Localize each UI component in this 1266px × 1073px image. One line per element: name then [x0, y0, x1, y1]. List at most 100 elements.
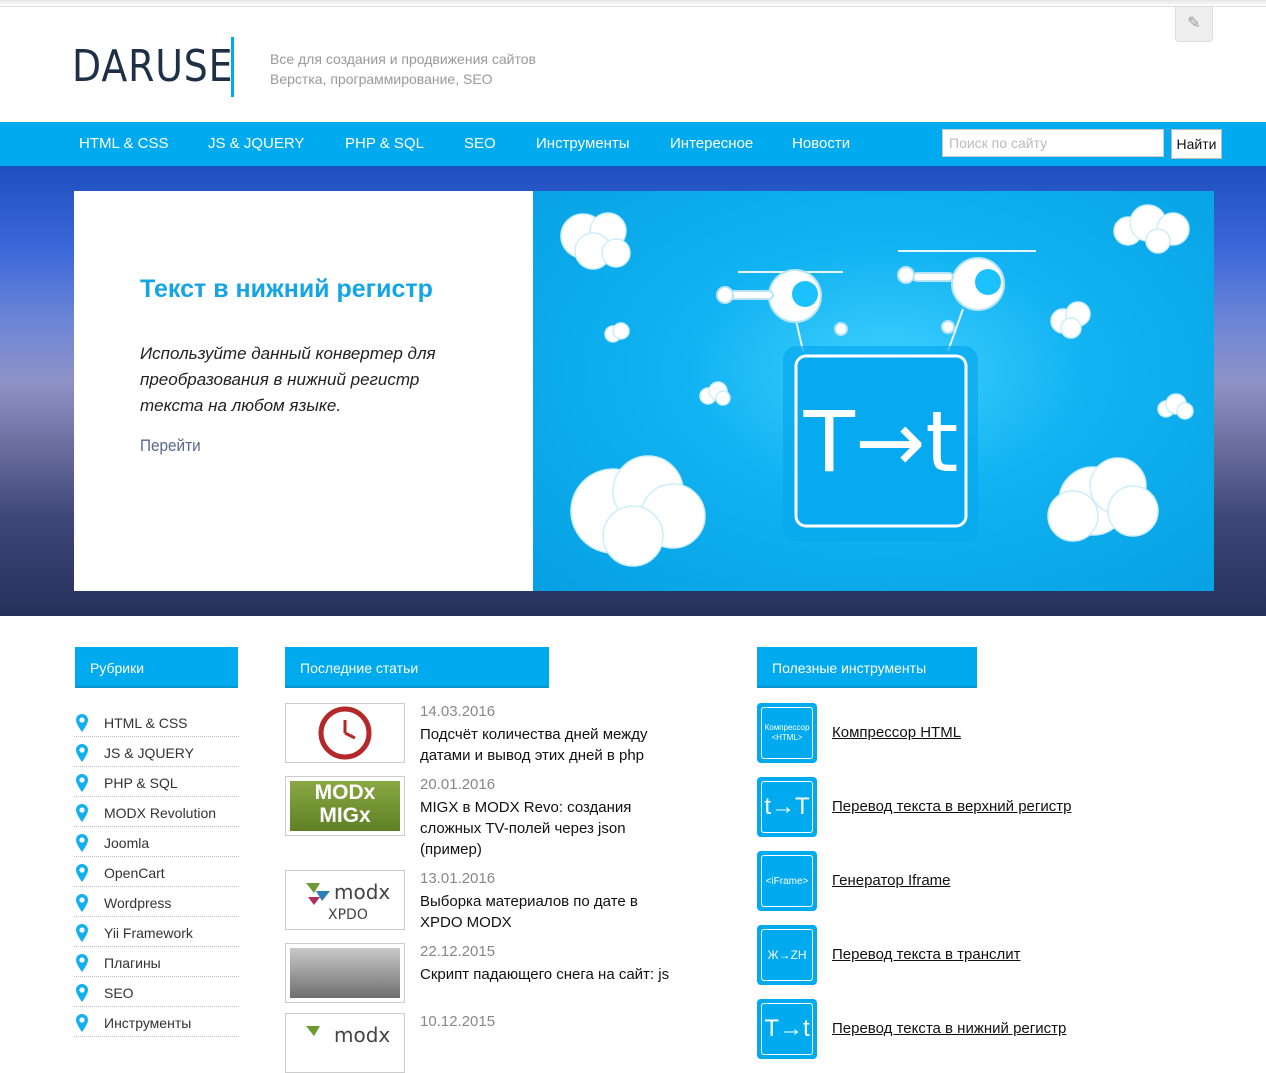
- article-item[interactable]: MODx MIGx 20.01.2016 MIGX в MODX Revo: со…: [285, 776, 685, 858]
- rubric-label[interactable]: Инструменты: [104, 1015, 191, 1031]
- article-title[interactable]: MIGX в MODX Revo: создания сложных TV-по…: [420, 797, 680, 860]
- map-pin-icon: [76, 774, 88, 792]
- rubric-label[interactable]: Плагины: [104, 955, 161, 971]
- rubric-label[interactable]: Joomla: [104, 835, 149, 851]
- article-thumb-migx[interactable]: MODx MIGx: [285, 776, 405, 836]
- rubric-item[interactable]: JS & JQUERY: [74, 738, 239, 767]
- latest-articles-heading: Последние статьи: [285, 647, 549, 688]
- nav-item-seo[interactable]: SEO: [464, 135, 496, 152]
- article-title[interactable]: Подсчёт количества дней между датами и в…: [420, 724, 680, 766]
- rubric-label[interactable]: SEO: [104, 985, 134, 1001]
- rubrics-heading: Рубрики: [75, 647, 238, 688]
- rubric-label[interactable]: MODX Revolution: [104, 805, 216, 821]
- article-date: 10.12.2015: [420, 1013, 496, 1030]
- nav-item-news[interactable]: Новости: [792, 135, 850, 152]
- helicopters-clouds-illustration: T→t: [560, 204, 1194, 567]
- map-pin-icon: [76, 804, 88, 822]
- search-input[interactable]: [942, 129, 1164, 157]
- rubrics-list: HTML & CSS JS & JQUERY PHP & SQL MODX Revol…: [74, 708, 239, 1038]
- site-header: DARUSE Все для создания и продвижения са…: [0, 7, 1266, 122]
- tagline-line-1: Все для создания и продвижения сайтов: [270, 51, 536, 67]
- article-thumb-snow[interactable]: [285, 943, 405, 1003]
- logo-divider: [231, 37, 234, 97]
- rubric-item[interactable]: Плагины: [74, 948, 239, 977]
- map-pin-icon: [76, 834, 88, 852]
- rubric-item[interactable]: PHP & SQL: [74, 768, 239, 797]
- rubric-item[interactable]: SEO: [74, 978, 239, 1007]
- map-pin-icon: [76, 714, 88, 732]
- site-logo[interactable]: DARUSE: [72, 41, 233, 92]
- site-tagline: Все для создания и продвижения сайтов Ве…: [270, 49, 536, 89]
- migx-logo: MODx MIGx: [290, 781, 400, 831]
- nav-item-js-jquery[interactable]: JS & JQUERY: [208, 135, 304, 152]
- html-compressor-icon[interactable]: Компрессор <HTML>: [757, 703, 817, 763]
- pen-icon[interactable]: ✎: [1175, 7, 1213, 42]
- svg-text:XPDO: XPDO: [328, 907, 368, 923]
- article-thumb-clock[interactable]: [285, 703, 405, 763]
- rubric-label[interactable]: OpenCart: [104, 865, 165, 881]
- uppercase-icon[interactable]: t→T: [757, 777, 817, 837]
- modx-logo-icon: modx: [306, 1023, 390, 1047]
- slide-illustration: T→t: [533, 191, 1214, 591]
- svg-text:modx: modx: [334, 1023, 390, 1047]
- map-pin-icon: [76, 924, 88, 942]
- nav-item-tools[interactable]: Инструменты: [536, 135, 630, 152]
- nav-item-html-css[interactable]: HTML & CSS: [79, 135, 168, 152]
- article-date: 22.12.2015: [420, 943, 496, 960]
- map-pin-icon: [76, 954, 88, 972]
- lowercase-icon[interactable]: T→t: [757, 999, 817, 1059]
- nav-item-interesting[interactable]: Интересное: [670, 135, 753, 152]
- tool-link[interactable]: Перевод текста в нижний регистр: [832, 1020, 1066, 1037]
- article-thumb-modx[interactable]: modx: [285, 1013, 405, 1073]
- nav-item-php-sql[interactable]: PHP & SQL: [345, 135, 424, 152]
- snow-image: [290, 948, 400, 998]
- modx-logo-icon: modx XPDO: [306, 880, 390, 923]
- map-pin-icon: [76, 984, 88, 1002]
- slide-text-panel: Текст в нижний регистр Используйте данны…: [74, 191, 533, 591]
- tool-link[interactable]: Генератор Iframe: [832, 872, 951, 889]
- article-date: 20.01.2016: [420, 776, 496, 793]
- clock-icon: [318, 706, 372, 760]
- useful-tools-heading: Полезные инструменты: [757, 647, 977, 688]
- article-item[interactable]: 22.12.2015 Скрипт падающего снега на сай…: [285, 943, 685, 1003]
- article-item[interactable]: 14.03.2016 Подсчёт количества дней между…: [285, 703, 685, 766]
- article-item[interactable]: modx 10.12.2015: [285, 1013, 685, 1073]
- tool-link[interactable]: Перевод текста в верхний регистр: [832, 798, 1071, 815]
- slide-link[interactable]: Перейти: [140, 436, 201, 456]
- rubric-item[interactable]: Yii Framework: [74, 918, 239, 947]
- tool-link[interactable]: Перевод текста в транслит: [832, 946, 1021, 963]
- rubric-label[interactable]: PHP & SQL: [104, 775, 178, 791]
- rubric-label[interactable]: HTML & CSS: [104, 715, 188, 731]
- lowercase-badge-text: T→t: [803, 393, 959, 491]
- map-pin-icon: [76, 864, 88, 882]
- main-nav: HTML & CSS JS & JQUERY PHP & SQL SEO Инс…: [0, 122, 1266, 166]
- map-pin-icon: [76, 744, 88, 762]
- browser-top-edge: [0, 0, 1266, 7]
- article-thumb-xpdo[interactable]: modx XPDO: [285, 870, 405, 930]
- article-title[interactable]: Скрипт падающего снега на сайт: js: [420, 964, 680, 985]
- rubric-item[interactable]: HTML & CSS: [74, 708, 239, 737]
- translit-icon[interactable]: Ж→ZH: [757, 925, 817, 985]
- svg-text:modx: modx: [334, 880, 390, 904]
- rubric-item[interactable]: MODX Revolution: [74, 798, 239, 827]
- rubric-label[interactable]: JS & JQUERY: [104, 745, 194, 761]
- rubric-item[interactable]: Wordpress: [74, 888, 239, 917]
- tagline-line-2: Верстка, программирование, SEO: [270, 71, 493, 87]
- rubric-label[interactable]: Yii Framework: [104, 925, 193, 941]
- article-item[interactable]: modx XPDO 13.01.2016 Выборка материалов …: [285, 870, 685, 933]
- rubric-item[interactable]: Инструменты: [74, 1008, 239, 1037]
- iframe-icon[interactable]: <iFrame>: [757, 851, 817, 911]
- hero-slider: Текст в нижний регистр Используйте данны…: [0, 166, 1266, 616]
- rubric-item[interactable]: Joomla: [74, 828, 239, 857]
- article-date: 14.03.2016: [420, 703, 496, 720]
- tool-link[interactable]: Компрессор HTML: [832, 724, 961, 741]
- slide-description: Используйте данный конвертер для преобра…: [140, 344, 436, 415]
- article-date: 13.01.2016: [420, 870, 496, 887]
- search-button[interactable]: Найти: [1171, 129, 1222, 159]
- map-pin-icon: [76, 1014, 88, 1032]
- rubric-item[interactable]: OpenCart: [74, 858, 239, 887]
- article-title[interactable]: Выборка материалов по дате в XPDO MODX: [420, 891, 680, 933]
- map-pin-icon: [76, 894, 88, 912]
- slide-title[interactable]: Текст в нижний регистр: [140, 275, 433, 304]
- rubric-label[interactable]: Wordpress: [104, 895, 171, 911]
